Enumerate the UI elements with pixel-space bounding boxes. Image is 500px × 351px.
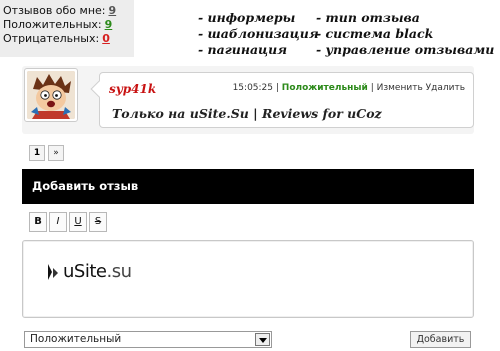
review-entry: syp41k 15:05:25 | Положительный | Измени… [22, 66, 474, 134]
stat-positive-label: Положительных: [3, 18, 102, 31]
card-pointer [90, 80, 108, 98]
underline-button[interactable]: U [69, 212, 87, 232]
review-card: syp41k 15:05:25 | Положительный | Измени… [90, 72, 474, 128]
review-time: 15:05:25 [232, 83, 273, 93]
review-type: Положительный [281, 83, 368, 93]
feature-item: - пагинация [198, 42, 288, 57]
cartoon-face-icon [27, 71, 75, 119]
edit-review-link[interactable]: Изменить [377, 83, 423, 93]
delete-review-link[interactable]: Удалить [426, 83, 465, 93]
format-toolbar: B I U S [29, 212, 107, 232]
review-stats: Отзывов обо мне: 9 Положительных: 9 Отрица… [0, 0, 134, 57]
page-current[interactable]: 1 [29, 145, 45, 161]
review-type-select[interactable]: Положительный [24, 331, 272, 348]
review-text: Только на uSite.Su | Reviews for uCoz [112, 106, 382, 121]
stat-negative: Отрицательных: 0 [3, 32, 134, 46]
add-review-header: Добавить отзыв [22, 169, 474, 204]
meta-separator: | [370, 83, 374, 93]
feature-item: - информеры [198, 10, 296, 25]
review-author[interactable]: syp41k [109, 82, 156, 96]
usite-logo-icon [45, 262, 61, 282]
review-textarea[interactable]: uSite.su [22, 240, 474, 318]
usite-logo-text: uSite.su [63, 261, 132, 282]
add-review-button[interactable]: Добавить [410, 331, 471, 348]
feature-item: - шаблонизация [198, 26, 319, 41]
meta-separator: | [275, 83, 279, 93]
stat-negative-link[interactable]: 0 [102, 32, 110, 45]
stat-positive-link[interactable]: 9 [105, 18, 113, 31]
stat-about-me: Отзывов обо мне: 9 [3, 4, 134, 18]
strikethrough-button[interactable]: S [89, 212, 107, 232]
page-next[interactable]: » [48, 145, 64, 161]
feature-item: - управление отзывами [316, 42, 495, 57]
avatar[interactable] [24, 68, 78, 122]
review-meta: 15:05:25 | Положительный | Изменить Удал… [233, 83, 465, 93]
stat-negative-label: Отрицательных: [3, 32, 100, 45]
chevron-down-icon[interactable] [255, 333, 270, 346]
stat-about-me-link[interactable]: 9 [109, 4, 117, 17]
pagination: 1 » [29, 145, 64, 161]
stat-positive: Положительных: 9 [3, 18, 134, 32]
stat-about-me-label: Отзывов обо мне: [3, 4, 106, 17]
usite-logo: uSite.su [45, 261, 132, 282]
feature-item: - система black [316, 26, 434, 41]
review-type-selected: Положительный [30, 333, 122, 345]
feature-item: - тип отзыва [316, 10, 420, 25]
italic-button[interactable]: I [49, 212, 67, 232]
bold-button[interactable]: B [29, 212, 47, 232]
avatar-image [27, 71, 75, 119]
